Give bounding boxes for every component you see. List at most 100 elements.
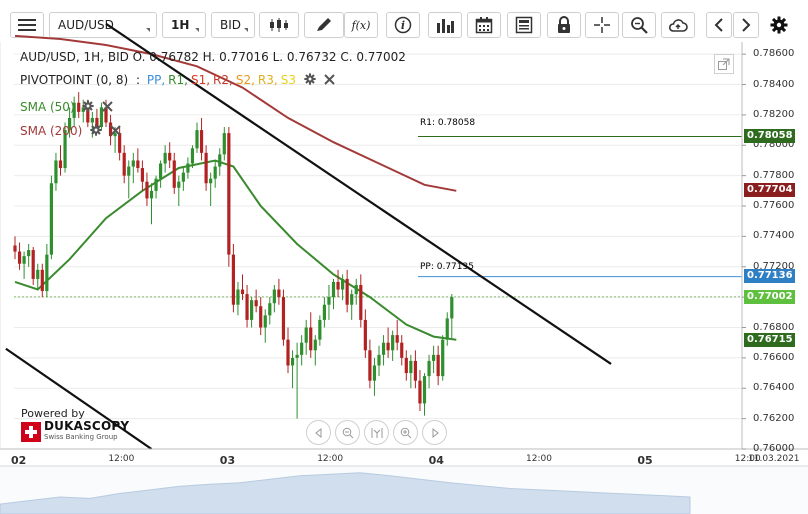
x-tick-label: 12:00 (317, 454, 344, 464)
y-tick-label: 0.76600 (753, 351, 795, 363)
y-tick-label: 0.76000 (753, 443, 795, 454)
candle-body (300, 342, 304, 355)
pivot-legend[interactable]: PIVOTPOINT (0, 8) : PP, R1, S1, R2, S2, R3, S3 (20, 72, 335, 89)
candle-body (350, 294, 354, 305)
pivot-legend-item: S2, (235, 73, 255, 87)
candle-body (395, 335, 399, 343)
candle-body (145, 181, 149, 199)
r1-level-label: R1: 0.78058 (420, 118, 476, 128)
candle-body (227, 133, 231, 255)
pivot-legend-item: R3, (257, 73, 278, 87)
candle-body (432, 354, 436, 361)
candle-body (181, 172, 185, 182)
zoom-in-icon (400, 427, 411, 438)
candle-body (445, 318, 449, 340)
scroll-forward-button[interactable] (422, 420, 447, 445)
candle-body (368, 350, 372, 381)
sma50-legend[interactable]: SMA (50) (20, 99, 114, 116)
zoom-out-button[interactable] (335, 420, 360, 445)
scroll-left-icon (314, 427, 321, 438)
sma50-line (14, 159, 457, 341)
scroll-back-button[interactable] (306, 420, 331, 445)
candle-body (381, 342, 386, 355)
sma200-legend[interactable]: SMA (200) (20, 123, 121, 140)
swiss-cross-icon (21, 421, 41, 442)
sma200-remove-close-icon[interactable] (110, 124, 121, 140)
candle-body (17, 251, 22, 264)
candle-body (418, 380, 422, 404)
sma50-remove-close-icon[interactable] (102, 100, 114, 116)
candle-body (186, 163, 190, 173)
candle-body (436, 354, 440, 377)
x-tick-label: 11.03.2021 (748, 454, 800, 464)
candle-body (168, 152, 172, 161)
candle-body (127, 166, 131, 176)
sma50-path (14, 159, 457, 341)
candle-body (195, 130, 199, 149)
candle-body (49, 183, 53, 255)
fit-chart-button[interactable] (364, 420, 389, 445)
candle-body (177, 181, 181, 188)
y-tick-label: 0.78400 (753, 78, 795, 90)
candle-body (268, 303, 272, 316)
candle-body (286, 339, 290, 366)
candle-body (413, 360, 417, 381)
candle-body (354, 284, 358, 295)
dukascopy-logo: DUKASCOPY Swiss Banking Group (21, 420, 129, 442)
y-tick-label: 0.76200 (753, 412, 795, 424)
pivot-legend-item: R2, (213, 73, 233, 87)
zoom-out-icon (342, 427, 353, 438)
candle-body (122, 152, 126, 176)
y-tick-label: 0.76400 (753, 382, 795, 394)
y-tick-label: 0.77800 (753, 169, 795, 181)
candle-body (318, 319, 322, 340)
candle-body (441, 339, 445, 377)
chart-nav-controls (306, 420, 447, 445)
axes (0, 42, 808, 467)
candles (13, 92, 454, 419)
y-tick-label: 0.77400 (753, 230, 795, 242)
candle-body (36, 269, 40, 279)
expand-icon (718, 58, 730, 70)
x-tick-label: 02 (11, 454, 27, 467)
x-tick-label: 12:00 (526, 454, 552, 464)
candle-body (422, 376, 427, 404)
candle-body (250, 300, 254, 320)
pivot-settings-gear-icon[interactable] (304, 72, 316, 89)
candle-body (386, 342, 390, 351)
candle-body (172, 160, 176, 188)
candle-body (136, 160, 140, 169)
pivot-legend-item: PP, (146, 73, 166, 87)
navigator[interactable] (0, 466, 808, 514)
candle-body (31, 250, 35, 279)
zoom-in-button[interactable] (393, 420, 418, 445)
candle-body (427, 360, 431, 377)
pivot-legend-item: S3 (280, 73, 296, 87)
candle-body (190, 148, 195, 164)
expand-chart-button[interactable] (714, 54, 734, 74)
candle-body (254, 300, 258, 307)
pivot-legend-item: R1, (168, 73, 188, 87)
candle-body (322, 304, 326, 320)
x-tick-label: 04 (428, 454, 444, 467)
candle-body (204, 152, 208, 184)
sma50-settings-gear-icon[interactable] (82, 99, 95, 116)
candle-body (313, 339, 317, 351)
candle-body (22, 256, 26, 264)
candle-body (400, 342, 404, 358)
y-tick-label: 0.78200 (753, 108, 795, 120)
candle-body (309, 327, 313, 351)
candle-body (218, 154, 222, 167)
pivot-remove-close-icon[interactable] (323, 73, 335, 89)
pivot-legend-label: PIVOTPOINT (0, 8) (20, 73, 129, 87)
candle-body (163, 152, 167, 164)
x-tick-label: 05 (637, 454, 653, 467)
candle-body (231, 254, 235, 305)
candle-body (345, 278, 349, 305)
sma200-settings-gear-icon[interactable] (90, 123, 102, 140)
grid (14, 53, 742, 450)
candle-body (295, 354, 299, 358)
candle-body (27, 250, 31, 257)
price-badge: 0.77704 (744, 183, 795, 198)
candle-body (331, 281, 336, 298)
